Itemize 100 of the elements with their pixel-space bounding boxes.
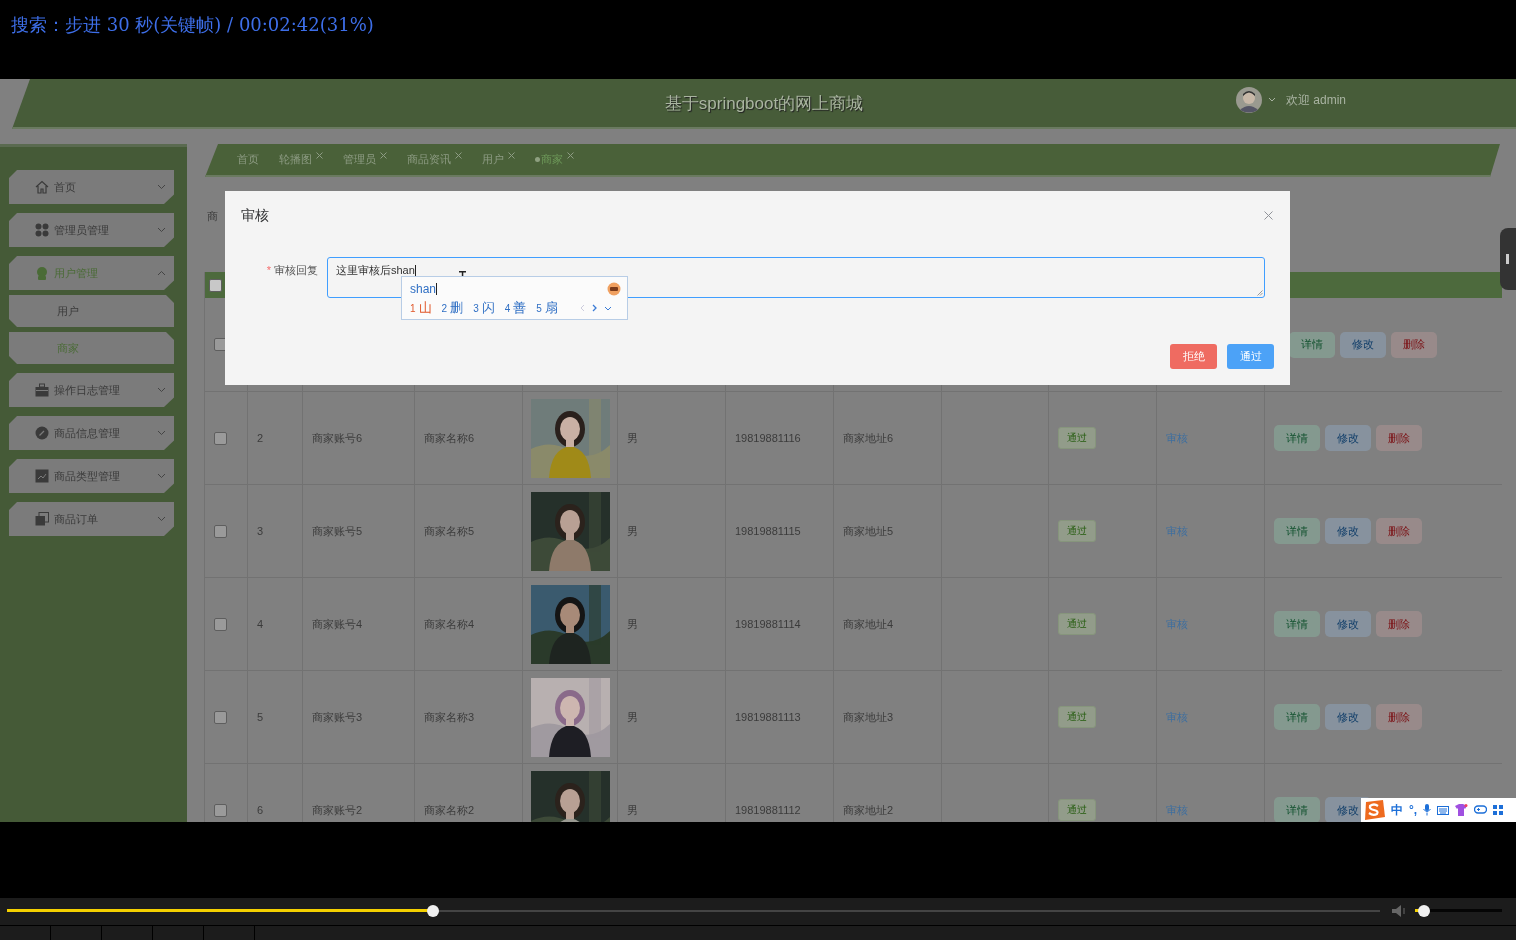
table-cell: 商家地址2 bbox=[843, 802, 894, 818]
close-icon[interactable] bbox=[316, 152, 323, 159]
table-cell: 6 bbox=[257, 804, 264, 816]
table-cell: 商家名称6 bbox=[424, 430, 475, 446]
input-mode-text[interactable]: 中 bbox=[1391, 801, 1403, 819]
table-cell: 商家名称3 bbox=[424, 709, 475, 725]
table-cell: 男 bbox=[627, 430, 638, 446]
edit-button[interactable]: 修改 bbox=[1325, 704, 1371, 730]
next-page-icon[interactable] bbox=[591, 304, 597, 312]
copy-icon bbox=[35, 512, 49, 526]
keyboard-icon[interactable] bbox=[1437, 805, 1450, 815]
resize-handle-icon[interactable] bbox=[1257, 290, 1263, 296]
checkbox[interactable] bbox=[214, 803, 227, 817]
user-icon bbox=[35, 266, 49, 280]
reject-button[interactable]: 拒绝 bbox=[1170, 344, 1217, 369]
close-icon[interactable] bbox=[1264, 211, 1273, 220]
table-cell: 男 bbox=[627, 802, 638, 818]
edit-button[interactable]: 修改 bbox=[1325, 518, 1371, 544]
briefcase-icon bbox=[35, 383, 49, 397]
microphone-icon[interactable] bbox=[1423, 804, 1432, 816]
grid-icon bbox=[35, 223, 49, 237]
checkbox[interactable] bbox=[214, 617, 227, 631]
status-tag: 通过 bbox=[1058, 520, 1096, 542]
gamepad-icon[interactable] bbox=[1474, 805, 1488, 815]
table-cell: 19819881112 bbox=[735, 804, 801, 816]
close-icon[interactable] bbox=[567, 152, 574, 159]
status-tag: 通过 bbox=[1058, 799, 1096, 821]
checkbox[interactable] bbox=[209, 278, 222, 292]
detail-button[interactable]: 详情 bbox=[1274, 797, 1320, 822]
checkbox[interactable] bbox=[214, 710, 227, 724]
ime-candidate[interactable]: 1 山 bbox=[410, 299, 432, 317]
close-icon[interactable] bbox=[455, 152, 462, 159]
ime-candidate[interactable]: 5 扇 bbox=[536, 299, 558, 317]
close-icon[interactable] bbox=[380, 152, 387, 159]
welcome-text: 欢迎 admin bbox=[1286, 91, 1347, 109]
tab[interactable]: 管理员 bbox=[343, 152, 387, 167]
table-cell: 4 bbox=[257, 618, 264, 630]
tab[interactable]: 用户 bbox=[482, 152, 515, 167]
skin-icon[interactable] bbox=[607, 281, 621, 296]
menu-item[interactable]: 首页 bbox=[9, 170, 174, 204]
table-cell: 商家地址5 bbox=[843, 523, 894, 539]
ime-logo-icon[interactable] bbox=[1363, 800, 1385, 820]
osd-text: 搜索：步进 30 秒(关键帧) / 00:02:42(31%) bbox=[10, 13, 375, 37]
edit-button[interactable]: 修改 bbox=[1325, 611, 1371, 637]
delete-button[interactable]: 删除 bbox=[1376, 611, 1422, 637]
avatar-icon[interactable] bbox=[1236, 87, 1262, 113]
checkbox[interactable] bbox=[214, 431, 227, 445]
punctuation-text[interactable]: °, bbox=[1409, 803, 1418, 817]
delete-button[interactable]: 删除 bbox=[1376, 518, 1422, 544]
tab[interactable]: 轮播图 bbox=[279, 152, 323, 167]
detail-button[interactable]: 详情 bbox=[1274, 518, 1320, 544]
detail-button[interactable]: 详情 bbox=[1274, 611, 1320, 637]
table-cell: 商家地址4 bbox=[843, 616, 894, 632]
field-label: 审核回复 bbox=[274, 264, 318, 276]
required-mark: * bbox=[266, 264, 271, 276]
ime-candidate[interactable]: 2 删 bbox=[441, 299, 464, 317]
table-cell: 商家名称4 bbox=[424, 616, 475, 632]
shirt-icon[interactable] bbox=[1455, 804, 1469, 816]
table-cell: 商家名称5 bbox=[424, 523, 475, 539]
house-icon bbox=[35, 180, 49, 194]
table-cell: 男 bbox=[627, 523, 638, 539]
ime-candidate[interactable]: 3 闪 bbox=[473, 299, 495, 317]
table-cell: 5 bbox=[257, 711, 264, 723]
detail-button[interactable]: 详情 bbox=[1289, 331, 1335, 358]
table-cell: 19819881113 bbox=[735, 711, 801, 723]
edit-button[interactable]: 修改 bbox=[1325, 425, 1371, 451]
delete-button[interactable]: 删除 bbox=[1391, 331, 1437, 358]
table-cell: 2 bbox=[257, 432, 264, 444]
table-cell: 男 bbox=[627, 709, 638, 725]
status-tag: 通过 bbox=[1058, 613, 1096, 635]
speaker-icon[interactable] bbox=[1392, 905, 1406, 917]
breadcrumb: 商 bbox=[207, 209, 219, 224]
pencil-circle-icon bbox=[35, 426, 49, 440]
table-cell: 商家地址6 bbox=[843, 430, 894, 446]
delete-button[interactable]: 删除 bbox=[1376, 425, 1422, 451]
status-tag: 通过 bbox=[1058, 427, 1096, 449]
side-handle[interactable] bbox=[1500, 228, 1516, 290]
apps-icon[interactable] bbox=[1493, 805, 1504, 815]
table-cell: 商家地址3 bbox=[843, 709, 894, 725]
caret-icon[interactable] bbox=[1268, 97, 1276, 103]
table-cell: 商家名称2 bbox=[424, 802, 475, 818]
edit-button[interactable]: 修改 bbox=[1340, 331, 1386, 358]
table-cell: 19819881114 bbox=[735, 618, 801, 630]
detail-button[interactable]: 详情 bbox=[1274, 704, 1320, 730]
tab[interactable]: 首页 bbox=[237, 152, 259, 167]
tab[interactable]: 商品资讯 bbox=[407, 152, 462, 167]
table-cell: 19819881116 bbox=[735, 432, 801, 444]
site-title: 基于springboot的网上商城 bbox=[664, 92, 864, 115]
delete-button[interactable]: 删除 bbox=[1376, 704, 1422, 730]
detail-button[interactable]: 详情 bbox=[1274, 425, 1320, 451]
approve-button[interactable]: 通过 bbox=[1227, 344, 1274, 369]
close-icon[interactable] bbox=[508, 152, 515, 159]
composition-text: shan bbox=[410, 281, 438, 296]
ime-candidate[interactable]: 4 善 bbox=[504, 299, 527, 317]
table-cell: 19819881115 bbox=[735, 525, 801, 537]
checkbox[interactable] bbox=[214, 524, 227, 538]
dialog-title: 审核 bbox=[241, 207, 269, 225]
submenu-item[interactable]: 用户 bbox=[9, 295, 174, 327]
expand-icon[interactable] bbox=[603, 305, 612, 311]
table-cell: 男 bbox=[627, 616, 638, 632]
